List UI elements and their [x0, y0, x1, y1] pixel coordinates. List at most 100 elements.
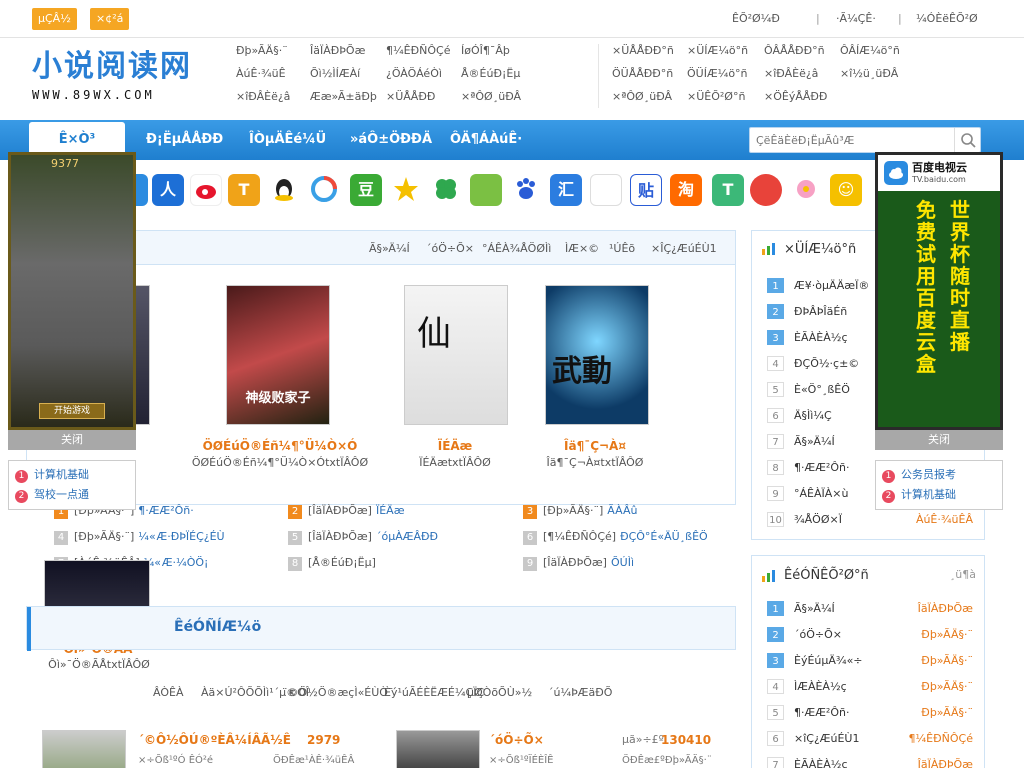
rank-category[interactable]: [¶¼ÊÐÑÔÇé]: [543, 530, 616, 543]
header-category-link[interactable]: Å®ÉúÐ¡Ëµ: [461, 67, 520, 80]
book-title[interactable]: ÏÉÄæ: [380, 439, 530, 453]
rank-category[interactable]: [Ðþ»ÃÄ§·¨]: [543, 504, 603, 517]
book-title[interactable]: Îä¶¯Ç¬À¤: [520, 439, 670, 453]
hot-tab[interactable]: ÌÆ×©: [565, 242, 599, 255]
rank-row[interactable]: 7 ÈÃÀÈÀ½ç ÎäÏÀÐÞÕæ: [767, 754, 977, 768]
history-link[interactable]: ·Ã¼ÇÊ·: [836, 12, 876, 25]
t-icon[interactable]: T: [712, 174, 744, 206]
rank-row[interactable]: 1 Ã§»Ä¼Í ÎäÏÀÐÞÕæ: [767, 598, 977, 620]
rank-item[interactable]: 8 [Å®ÉúÐ¡Ëµ]: [288, 556, 380, 571]
rank-title[interactable]: Ã§»Ä¼Í: [794, 435, 835, 448]
rank-item[interactable]: 3 [Ðþ»ÃÄ§·¨] ÃÀÂû: [523, 504, 637, 519]
rank-category[interactable]: [Ðþ»ÃÄ§·¨]: [74, 530, 134, 543]
rank-title[interactable]: ´óµÀÆÂÐÐ: [376, 530, 438, 543]
more-link[interactable]: ¸ü¶à: [950, 568, 976, 581]
emoji-icon[interactable]: ☺: [830, 174, 862, 206]
rank-title[interactable]: ´óÖ÷Õ×: [794, 628, 842, 641]
rank-category[interactable]: [ÎäÏÀÐÞÕæ]: [308, 530, 372, 543]
rank-title[interactable]: Ã§»Ä¼Í: [794, 602, 835, 615]
book-cover[interactable]: [42, 730, 126, 768]
header-rank-link[interactable]: ×ÜÅÅÐÐ°ñ: [612, 44, 674, 57]
nav-rank[interactable]: Ð¡ËµÅÅÐÐ: [146, 120, 223, 160]
rank-title[interactable]: ÈÃÀÈÀ½ç: [794, 758, 848, 768]
book-cover[interactable]: [396, 730, 480, 768]
rank-title[interactable]: ÃÀÂû: [607, 504, 637, 517]
weibo-icon[interactable]: [190, 174, 222, 206]
hot-tab[interactable]: ¹ÚÊõ: [609, 242, 635, 255]
header-category-link[interactable]: ×ÜÅÅÐÐ: [386, 90, 435, 103]
rank-title[interactable]: ¾ÅÖØ×Ï: [794, 513, 842, 526]
baidu-paw-icon[interactable]: [510, 174, 542, 206]
nav-member[interactable]: »áÔ±ÖÐÐÄ: [350, 120, 432, 160]
hot-tab[interactable]: °ÁÊÀ¾ÅÖØÌì: [482, 242, 551, 255]
rank-category[interactable]: [ÎäÏÀÐÞÕæ]: [308, 504, 372, 517]
rank-title[interactable]: ÐÇÕ½·ç±©: [794, 357, 859, 370]
add-favorite-link[interactable]: ¼ÓÈëÊÕ²Ø: [916, 12, 978, 25]
rank-item[interactable]: 5 [ÎäÏÀÐÞÕæ] ´óµÀÆÂÐÐ: [288, 530, 438, 545]
star-icon[interactable]: [390, 174, 422, 206]
header-category-link[interactable]: Ðþ»ÃÄ§·¨: [236, 44, 288, 57]
site-logo[interactable]: 小说阅读网 WWW.89WX.COM: [32, 50, 212, 110]
rank-item[interactable]: 9 [ÎäÏÀÐÞÕæ] ÕÚÌì: [523, 556, 634, 571]
header-category-link[interactable]: ÍøÓÎ¶¯Âþ: [461, 44, 510, 57]
rank-title[interactable]: °ÁÊÀÏÀ×ù: [794, 487, 848, 500]
header-rank-link[interactable]: ÔÂÍÆ¼ö°ñ: [840, 44, 900, 57]
header-rank-link[interactable]: ×îÐÂÈë¿â: [764, 67, 818, 80]
register-button[interactable]: ×¢²á: [90, 8, 130, 30]
header-rank-link[interactable]: ÔÂÅÅÐÐ°ñ: [764, 44, 825, 57]
renren-icon[interactable]: 人: [152, 174, 184, 206]
rank-row[interactable]: 6 ×îÇ¿ÆúÉÙ1 ¶¼ÊÐÑÔÇé: [767, 728, 977, 750]
login-button[interactable]: µÇÂ½: [32, 8, 77, 30]
hot-tab[interactable]: ´óÖ÷Õ×: [426, 242, 474, 255]
rank-title[interactable]: ÐÇÔ°É«ÄÜ¸ßÊÖ: [620, 530, 708, 543]
sohu-icon[interactable]: [308, 174, 340, 206]
rank-row[interactable]: 3 ÈýÉúµÄ¾«÷ Ðþ»ÃÄ§·¨: [767, 650, 977, 672]
hot-tab[interactable]: Ã§»Ä¼Í: [369, 242, 410, 255]
qq-icon[interactable]: [268, 174, 300, 206]
rank-row[interactable]: 5 ¶·ÆÆ²Ôñ· Ðþ»ÃÄ§·¨: [767, 702, 977, 724]
close-ad-button[interactable]: 关闭: [8, 430, 136, 450]
rank-title[interactable]: ¼«Æ·¼ÒÖ¡: [144, 556, 209, 569]
rank-title[interactable]: Ä§Ìì¼Ç: [794, 409, 832, 422]
rank-title[interactable]: ÏÉÄæ: [376, 504, 405, 517]
ad-link[interactable]: 2 计算机基础: [882, 485, 996, 505]
book-title[interactable]: ´óÖ÷Õ×: [489, 733, 544, 747]
rank-category[interactable]: [ÎäÏÀÐÞÕæ]: [543, 556, 607, 569]
header-category-link[interactable]: ¿ÖÀÖÁéÒì: [386, 67, 442, 80]
book-download[interactable]: ÖØÉúÖ®Éñ¼¶°Ü¼Ò×ÓtxtÏÂÔØ: [190, 456, 370, 469]
start-game-button[interactable]: 开始游戏: [39, 403, 105, 419]
book-title[interactable]: ´©Ô½ÔÚ®ºÈÂ¼ÍÂÃ½Ê: [138, 733, 291, 747]
ad-link[interactable]: 1 公务员报考: [882, 465, 996, 485]
book-download[interactable]: Ôì»¯Ö®ÃÅtxtÏÂÔØ: [44, 658, 154, 671]
rank-title[interactable]: È«Ö°¸ßÊÖ: [794, 383, 850, 396]
rank-item[interactable]: 2 [ÎäÏÀÐÞÕæ] ÏÉÄæ: [288, 504, 405, 519]
book-title[interactable]: ÖØÉúÖ®Éñ¼¶°Ü¼Ò×Ó: [190, 439, 370, 453]
rank-title[interactable]: ÐÞÂÞÎäÉñ: [794, 305, 847, 318]
left-game-ad[interactable]: 9377 开始游戏: [8, 152, 136, 430]
rank-row[interactable]: 4 ÌÆÀÈÀ½ç Ðþ»ÃÄ§·¨: [767, 676, 977, 698]
header-rank-link[interactable]: ×î½ü¸üÐÂ: [840, 67, 898, 80]
douban-icon[interactable]: 豆: [350, 174, 382, 206]
rank-item[interactable]: 4 [Ðþ»ÃÄ§·¨] ¼«Æ·ÐÞÏÉÇ¿ÉÙ: [54, 530, 225, 545]
ad-link[interactable]: 2 驾校一点通: [15, 485, 129, 505]
rank-title[interactable]: ¼«Æ·ÐÞÏÉÇ¿ÉÙ: [138, 530, 224, 543]
right-baidu-ad[interactable]: 百度电视云 TV.baidu.com 世界杯随时直播 免费试用百度云盒: [875, 152, 1003, 430]
rank-row[interactable]: 10 ¾ÅÖØ×Ï ÀúÊ·¾üÊÂ: [767, 509, 977, 531]
rank-title[interactable]: ¶·ÆÆ²Ôñ·: [794, 706, 849, 719]
rank-title[interactable]: ¶·ÆÆ²Ôñ·: [138, 504, 193, 517]
header-category-link[interactable]: ÀúÊ·¾üÊ: [236, 67, 286, 80]
book-icon[interactable]: [470, 174, 502, 206]
header-category-link[interactable]: Ææ»Ã±äÐþ: [310, 90, 377, 103]
rank-title[interactable]: ÌÆÀÈÀ½ç: [794, 680, 847, 693]
header-rank-link[interactable]: ×ÖÊýÅÅÐÐ: [764, 90, 827, 103]
rank-title[interactable]: ÕÚÌì: [611, 556, 634, 569]
clover-icon[interactable]: [430, 174, 462, 206]
netease-icon[interactable]: [750, 174, 782, 206]
tianya-icon[interactable]: T: [228, 174, 260, 206]
header-rank-link[interactable]: ×ÜÍÆ¼ö°ñ: [687, 44, 748, 57]
recommend-tab[interactable]: ¨©Ö½Ö®æçÌ«ÉÙÒ¯: [282, 686, 393, 699]
rank-item[interactable]: 6 [¶¼ÊÐÑÔÇé] ÐÇÔ°É«ÄÜ¸ßÊÖ: [523, 530, 708, 545]
hui-icon[interactable]: 汇: [550, 174, 582, 206]
photo-icon[interactable]: [590, 174, 622, 206]
header-category-link[interactable]: ×îÐÂÈë¿â: [236, 90, 290, 103]
